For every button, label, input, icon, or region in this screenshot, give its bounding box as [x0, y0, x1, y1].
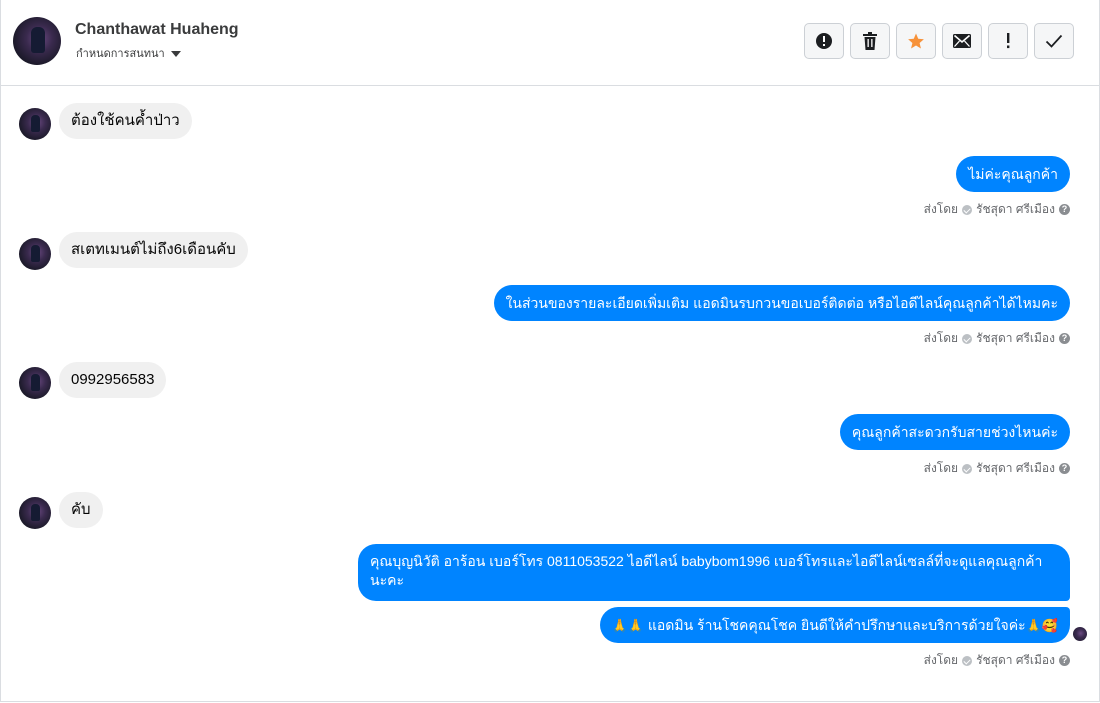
help-icon[interactable]: ?	[1059, 333, 1070, 344]
trash-icon	[863, 32, 877, 50]
outgoing-message-text: แอดมิน ร้านโชคคุณโชค ยินดีให้คำปรึกษาและ…	[647, 617, 1026, 633]
sent-by-agent: รัชสุดา ศรีเมือง	[976, 202, 1055, 216]
mark-important-button[interactable]	[988, 23, 1028, 59]
help-icon[interactable]: ?	[1059, 204, 1070, 215]
contact-avatar-small[interactable]	[19, 238, 51, 270]
conversation-assign-dropdown[interactable]: กำหนดการสนทนา	[76, 44, 181, 62]
sent-by-agent: รัชสุดา ศรีเมือง	[976, 331, 1055, 345]
contact-avatar-small[interactable]	[19, 367, 51, 399]
sent-by-prefix: ส่งโดย	[923, 653, 959, 667]
pray-emoji: 🙏	[611, 618, 628, 633]
contact-avatar[interactable]	[13, 17, 61, 65]
outgoing-message[interactable]: 🙏🙏 แอดมิน ร้านโชคคุณโชค ยินดีให้คำปรึกษา…	[599, 607, 1070, 643]
sent-by-info: ส่งโดย รัชสุดา ศรีเมือง ?	[924, 200, 1070, 219]
outgoing-message[interactable]: ในส่วนของรายละเอียดเพิ่มเติม แอดมินรบกวน…	[493, 285, 1070, 321]
incoming-message[interactable]: 0992956583	[59, 362, 167, 398]
check-circle-icon	[962, 655, 973, 666]
report-button[interactable]	[804, 23, 844, 59]
sent-by-info: ส่งโดย รัชสุดา ศรีเมือง ?	[924, 651, 1070, 670]
pray-emoji: 🙏	[1025, 618, 1042, 633]
conversation-assign-label: กำหนดการสนทนา	[76, 48, 165, 60]
sent-by-info: ส่งโดย รัชสุดา ศรีเมือง ?	[924, 329, 1070, 348]
star-icon	[908, 33, 924, 49]
header-actions	[804, 23, 1074, 59]
sent-by-info: ส่งโดย รัชสุดา ศรีเมือง ?	[924, 459, 1070, 478]
sent-by-agent: รัชสุดา ศรีเมือง	[976, 461, 1055, 475]
conversation-header: Chanthawat Huaheng กำหนดการสนทนา	[0, 0, 1100, 86]
check-icon	[1045, 34, 1063, 48]
sent-by-prefix: ส่งโดย	[923, 202, 959, 216]
love-emoji: 🥰	[1041, 618, 1058, 633]
contact-avatar-small[interactable]	[19, 108, 51, 140]
incoming-message[interactable]: สเตทเมนต์ไม่ถึง6เดือนคับ	[59, 232, 248, 268]
sent-by-agent: รัชสุดา ศรีเมือง	[976, 653, 1055, 667]
pray-emoji: 🙏	[627, 618, 644, 633]
contact-avatar-small[interactable]	[19, 497, 51, 529]
check-circle-icon	[962, 333, 973, 344]
help-icon[interactable]: ?	[1059, 463, 1070, 474]
envelope-icon	[953, 34, 971, 48]
outgoing-message[interactable]: คุณลูกค้าสะดวกรับสายช่วงไหนค่ะ	[839, 414, 1070, 450]
sent-by-prefix: ส่งโดย	[923, 331, 959, 345]
exclamation-icon	[1007, 33, 1010, 49]
mark-unread-button[interactable]	[942, 23, 982, 59]
delete-button[interactable]	[850, 23, 890, 59]
incoming-message[interactable]: คับ	[59, 492, 103, 528]
outgoing-message[interactable]: ไม่ค่ะคุณลูกค้า	[956, 156, 1070, 192]
seen-avatar	[1073, 627, 1087, 641]
incoming-message[interactable]: ต้องใช้คนค้ำป่าว	[59, 103, 192, 139]
help-icon[interactable]: ?	[1059, 655, 1070, 666]
alert-circle-icon	[816, 33, 832, 49]
check-circle-icon	[962, 463, 973, 474]
caret-down-icon	[170, 50, 181, 57]
mark-done-button[interactable]	[1034, 23, 1074, 59]
sent-by-prefix: ส่งโดย	[923, 461, 959, 475]
outgoing-message[interactable]: คุณบุญนิวัติ อาร้อน เบอร์โทร 0811053522 …	[358, 544, 1070, 601]
check-circle-icon	[962, 204, 973, 215]
contact-name[interactable]: Chanthawat Huaheng	[75, 21, 239, 39]
star-button[interactable]	[896, 23, 936, 59]
